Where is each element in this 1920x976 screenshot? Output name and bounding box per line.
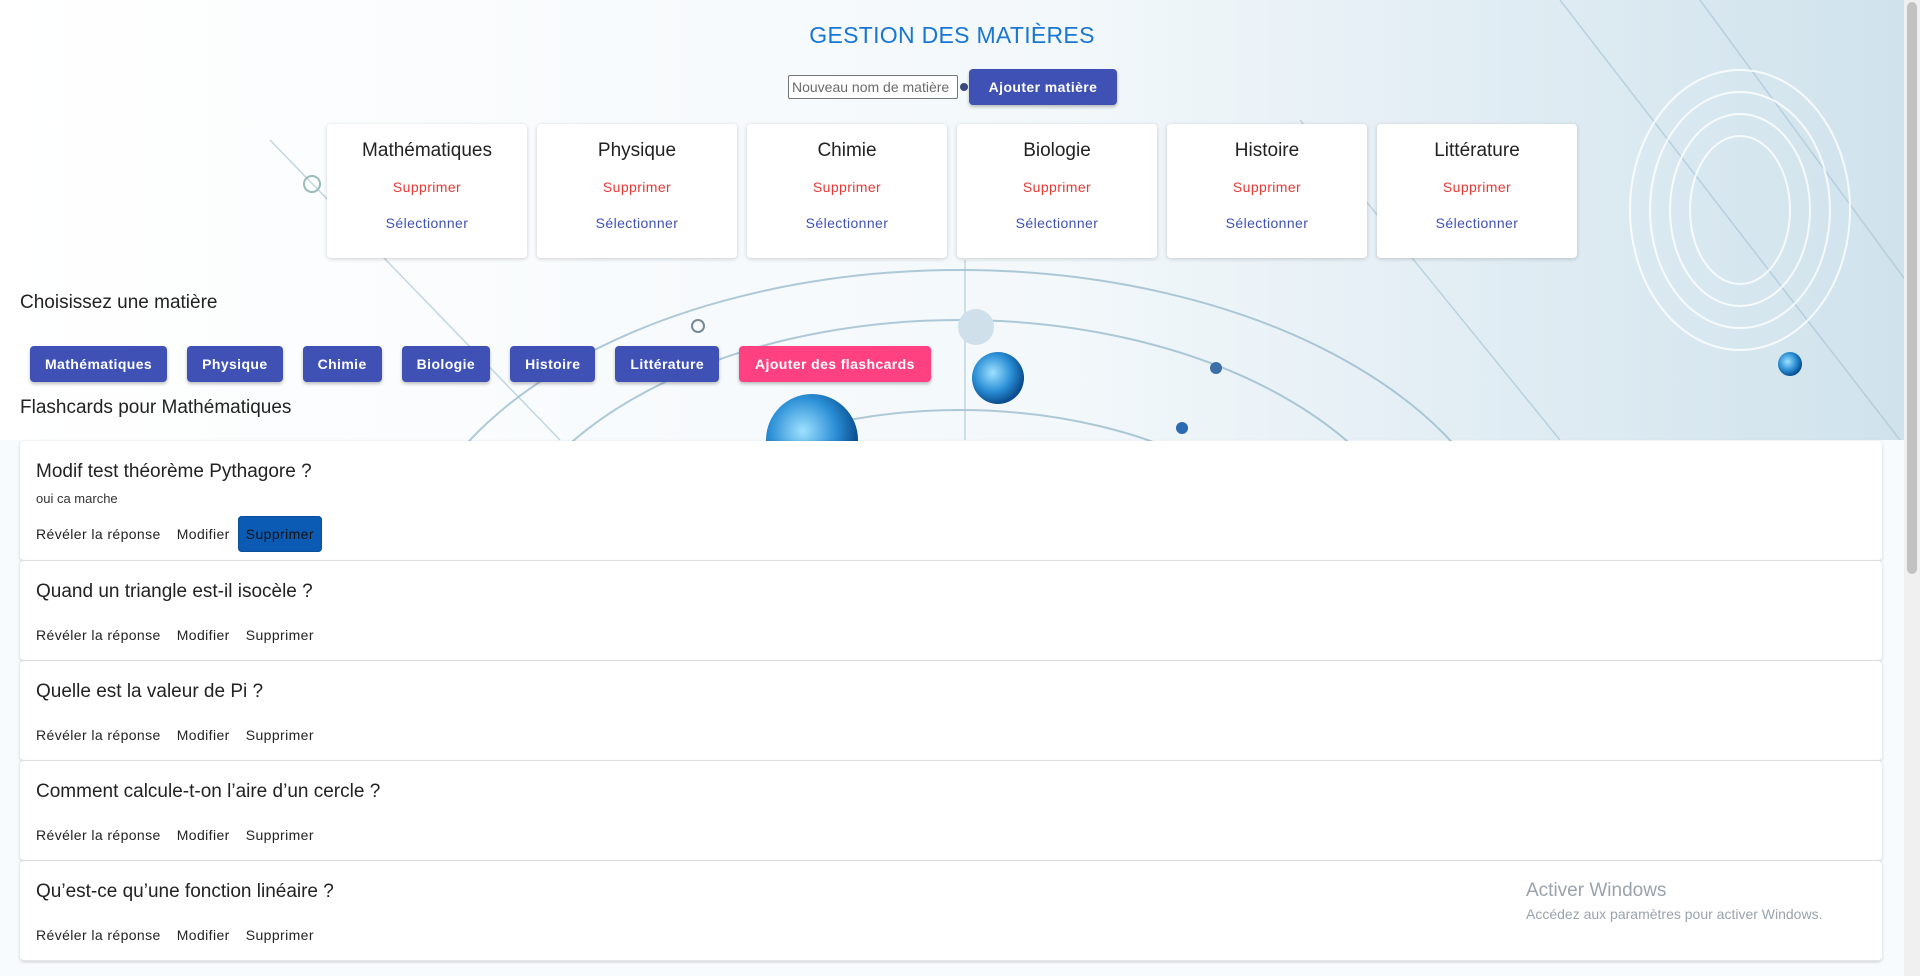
subject-name-input[interactable] [788, 75, 958, 99]
flashcard-question: Comment calcule-t-on l’aire d’un cercle … [36, 781, 381, 802]
reveal-answer-button[interactable]: Révéler la réponse [28, 817, 169, 853]
subject-card: Physique Supprimer Sélectionner [537, 124, 737, 258]
subject-card: Histoire Supprimer Sélectionner [1167, 124, 1367, 258]
vertical-scrollbar[interactable] [1904, 0, 1920, 976]
reveal-answer-button[interactable]: Révéler la réponse [28, 617, 169, 653]
add-subject-button[interactable]: Ajouter matière [969, 69, 1117, 105]
watermark-title: Activer Windows [1526, 880, 1667, 901]
flashcard-question: Modif test théorème Pythagore ? [36, 461, 312, 482]
flashcard-actions: Révéler la réponse Modifier Supprimer [28, 617, 322, 653]
flashcard-actions: Révéler la réponse Modifier Supprimer [28, 817, 322, 853]
subject-select-link[interactable]: Sélectionner [1377, 215, 1577, 231]
add-flashcards-button[interactable]: Ajouter des flashcards [739, 346, 931, 382]
flashcard: Comment calcule-t-on l’aire d’un cercle … [20, 761, 1882, 861]
edit-button[interactable]: Modifier [169, 917, 238, 953]
subject-card-name: Histoire [1234, 140, 1300, 161]
subject-delete-link[interactable]: Supprimer [327, 179, 527, 195]
subject-delete-link[interactable]: Supprimer [1377, 179, 1577, 195]
subject-card: Chimie Supprimer Sélectionner [747, 124, 947, 258]
subject-card-name: Chimie [817, 140, 877, 161]
subject-button-physique[interactable]: Physique [187, 346, 283, 382]
subject-card-name: Littérature [1434, 140, 1520, 161]
flashcard: Quand un triangle est-il isocèle ? Révél… [20, 561, 1882, 661]
subject-select-link[interactable]: Sélectionner [537, 215, 737, 231]
delete-button[interactable]: Supprimer [238, 817, 322, 853]
page-title: GESTION DES MATIÈRES [809, 22, 1095, 48]
subject-delete-link[interactable]: Supprimer [957, 179, 1157, 195]
flashcard-question: Quand un triangle est-il isocèle ? [36, 581, 313, 602]
delete-button[interactable]: Supprimer [238, 917, 322, 953]
subject-button-chimie[interactable]: Chimie [302, 346, 382, 382]
subject-card-name: Biologie [1023, 140, 1091, 161]
subject-select-link[interactable]: Sélectionner [327, 215, 527, 231]
subject-delete-link[interactable]: Supprimer [537, 179, 737, 195]
delete-button[interactable]: Supprimer [237, 516, 322, 552]
scrollbar-thumb[interactable] [1907, 2, 1917, 574]
flashcards-heading: Flashcards pour Mathématiques [20, 397, 292, 418]
watermark-subtitle: Accédez aux paramètres pour activer Wind… [1526, 906, 1823, 922]
reveal-answer-button[interactable]: Révéler la réponse [28, 516, 169, 552]
choose-subject-heading: Choisissez une matière [20, 292, 218, 313]
reveal-answer-button[interactable]: Révéler la réponse [28, 717, 169, 753]
add-subject-form: Ajouter matière [788, 69, 1117, 105]
subject-button-histoire[interactable]: Histoire [510, 346, 596, 382]
edit-button[interactable]: Modifier [169, 717, 238, 753]
subject-card-name: Physique [597, 140, 677, 161]
bullet-icon [960, 83, 968, 91]
reveal-answer-button[interactable]: Révéler la réponse [28, 917, 169, 953]
subject-select-link[interactable]: Sélectionner [1167, 215, 1367, 231]
windows-activation-watermark: Activer Windows Accédez aux paramètres p… [1526, 880, 1822, 922]
flashcard-actions: Révéler la réponse Modifier Supprimer [28, 516, 322, 552]
flashcard-answer: oui ca marche [36, 491, 118, 506]
subject-button-litterature[interactable]: Littérature [615, 346, 720, 382]
subject-button-biologie[interactable]: Biologie [401, 346, 491, 382]
delete-button[interactable]: Supprimer [238, 617, 322, 653]
subject-cards: Mathématiques Supprimer Sélectionner Phy… [327, 124, 1577, 258]
subject-card: Mathématiques Supprimer Sélectionner [327, 124, 527, 258]
flashcard-question: Quelle est la valeur de Pi ? [36, 681, 264, 702]
subject-card: Littérature Supprimer Sélectionner [1377, 124, 1577, 258]
edit-button[interactable]: Modifier [169, 817, 238, 853]
subject-button-mathematiques[interactable]: Mathématiques [30, 346, 168, 382]
subject-select-link[interactable]: Sélectionner [747, 215, 947, 231]
subject-card: Biologie Supprimer Sélectionner [957, 124, 1157, 258]
flashcard-actions: Révéler la réponse Modifier Supprimer [28, 917, 322, 953]
flashcard-question: Qu’est-ce qu’une fonction linéaire ? [36, 881, 334, 902]
edit-button[interactable]: Modifier [169, 516, 238, 552]
subject-select-link[interactable]: Sélectionner [957, 215, 1157, 231]
subject-card-name: Mathématiques [362, 140, 492, 161]
subject-delete-link[interactable]: Supprimer [747, 179, 947, 195]
flashcard: Modif test théorème Pythagore ? oui ca m… [20, 441, 1882, 561]
flashcard: Quelle est la valeur de Pi ? Révéler la … [20, 661, 1882, 761]
subject-chooser: Mathématiques Physique Chimie Biologie H… [30, 346, 931, 382]
delete-button[interactable]: Supprimer [238, 717, 322, 753]
flashcard-actions: Révéler la réponse Modifier Supprimer [28, 717, 322, 753]
edit-button[interactable]: Modifier [169, 617, 238, 653]
subject-delete-link[interactable]: Supprimer [1167, 179, 1367, 195]
